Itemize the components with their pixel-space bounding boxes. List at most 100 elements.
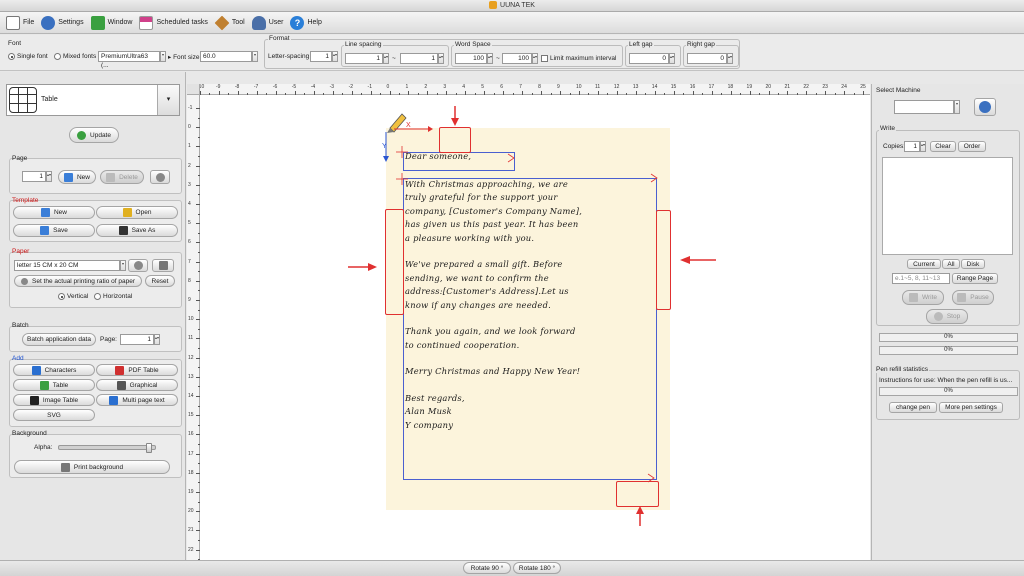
menu-help[interactable]: ? Help <box>290 15 322 30</box>
add-multi-page-text-button[interactable]: Multi page text <box>96 394 178 406</box>
template-open-button[interactable]: Open <box>96 206 178 219</box>
page-settings-button[interactable] <box>150 170 170 184</box>
more-pen-settings-button[interactable]: More pen settings <box>939 402 1003 413</box>
add-characters-button[interactable]: Characters <box>13 364 95 376</box>
alpha-slider-thumb[interactable] <box>146 443 153 453</box>
paper-delete-button[interactable] <box>152 259 174 272</box>
set-print-ratio-button[interactable]: Set the actual printing ratio of paper <box>14 275 142 287</box>
left-gap-input[interactable]: 0 <box>629 53 669 64</box>
copies-input[interactable]: 1 <box>904 141 920 152</box>
range-page-button[interactable]: Range Page <box>952 273 998 284</box>
right-gap-input[interactable]: 0 <box>687 53 727 64</box>
element-type-select[interactable]: Table ▾ <box>6 84 180 116</box>
template-new-button[interactable]: New <box>13 206 95 219</box>
button-label: Pause <box>970 294 989 301</box>
menu-file[interactable]: File <box>6 15 34 30</box>
add-image-table-button[interactable]: Image Table <box>13 394 95 406</box>
machine-dropdown-arrow[interactable]: ▾ <box>954 100 960 114</box>
ruler-tick <box>484 91 486 95</box>
reset-ratio-button[interactable]: Reset <box>145 275 175 287</box>
paper-size-dropdown-arrow[interactable]: ▾ <box>120 260 126 271</box>
font-size-select[interactable]: 60.0 <box>200 51 252 62</box>
copies-stepper[interactable]: ▴▾ <box>920 141 926 152</box>
horizontal-radio[interactable]: Horizontal <box>94 293 132 300</box>
batch-page-input[interactable]: 1 <box>120 334 154 345</box>
add-graphical-button[interactable]: Graphical <box>96 379 178 391</box>
vertical-radio[interactable]: Vertical <box>58 293 88 300</box>
pause-button[interactable]: Pause <box>952 290 994 305</box>
radio-unselected <box>54 53 61 60</box>
ruler-tick <box>196 280 200 282</box>
ruler-tick <box>218 91 220 95</box>
single-font-radio[interactable]: Single font <box>8 53 48 60</box>
alpha-slider-track[interactable] <box>58 443 156 453</box>
add-svg-button[interactable]: SVG <box>13 409 95 421</box>
rotate-180-button[interactable]: Rotate 180 ° <box>513 562 561 574</box>
menu-scheduled-tasks[interactable]: Scheduled tasks <box>139 15 208 30</box>
machine-select[interactable] <box>894 100 954 114</box>
letter-spacing-stepper[interactable]: ▴▾ <box>332 51 338 62</box>
letter-spacing-input[interactable]: 1 <box>310 51 332 62</box>
format-group-title: Format <box>268 35 291 42</box>
font-dropdown-arrow[interactable]: ▾ <box>160 51 166 62</box>
left-gap-stepper[interactable]: ▴▾ <box>669 53 675 64</box>
line-spacing-max-stepper[interactable]: ▴▾ <box>438 53 444 64</box>
font-name-select[interactable]: PremiumUltra63 (... <box>98 51 160 69</box>
page-progress-bar: 0% <box>879 346 1018 355</box>
paper-settings-button[interactable] <box>128 259 148 272</box>
line-spacing-min-stepper[interactable]: ▴▾ <box>383 53 389 64</box>
update-button[interactable]: Update <box>69 127 119 143</box>
delete-page-button[interactable]: Delete <box>100 170 144 184</box>
rotate-90-button[interactable]: Rotate 90 ° <box>463 562 511 574</box>
print-background-button[interactable]: Print background <box>14 460 170 474</box>
menu-window[interactable]: Window <box>90 15 132 30</box>
page-number-input[interactable]: 1 <box>22 171 46 182</box>
add-pdf-table-button[interactable]: PDF Table <box>96 364 178 376</box>
ruler-tick <box>196 396 200 397</box>
word-space-min-input[interactable]: 100 <box>455 53 487 64</box>
annotation-arrows <box>348 106 716 526</box>
page-number-stepper[interactable]: ▴▾ <box>46 171 52 182</box>
ruler-minor-tick <box>198 175 200 177</box>
all-button[interactable]: All <box>942 259 960 269</box>
change-pen-button[interactable]: change pen <box>889 402 937 413</box>
chevron-down-icon[interactable]: ▾ <box>157 85 179 115</box>
page-range-input[interactable]: e.1~5, 8, 11~13 <box>892 273 950 284</box>
word-space-min-stepper[interactable]: ▴▾ <box>487 53 493 64</box>
menu-user[interactable]: User <box>251 15 283 30</box>
user-icon <box>251 15 266 30</box>
template-save-button[interactable]: Save <box>13 224 95 237</box>
order-button[interactable]: Order <box>958 141 986 152</box>
paper-size-select[interactable]: letter 15 CM x 20 CM <box>14 260 120 271</box>
element-type-label: Table <box>41 96 58 103</box>
table-icon <box>39 380 49 390</box>
clear-button[interactable]: Clear <box>930 141 956 152</box>
ruler-minor-tick <box>198 309 200 311</box>
current-button[interactable]: Current <box>907 259 941 269</box>
ruler-minor-tick <box>198 117 200 119</box>
disk-button[interactable]: Disk <box>961 259 985 269</box>
word-space-max-input[interactable]: 100 <box>502 53 532 64</box>
write-queue-list[interactable] <box>882 157 1013 255</box>
line-spacing-min-input[interactable]: 1 <box>345 53 383 64</box>
line-spacing-max-input[interactable]: 1 <box>400 53 438 64</box>
menu-settings[interactable]: Settings <box>41 15 84 30</box>
ruler-tick <box>196 549 200 551</box>
word-space-max-stepper[interactable]: ▴▾ <box>532 53 538 64</box>
font-size-dropdown-arrow[interactable]: ▾ <box>252 51 258 62</box>
gear-icon <box>155 172 165 182</box>
add-table-button[interactable]: Table <box>13 379 95 391</box>
machine-settings-button[interactable] <box>974 98 996 116</box>
batch-application-data-button[interactable]: Batch application data <box>22 333 96 346</box>
menu-tool[interactable]: Tool <box>214 15 245 30</box>
batch-page-stepper[interactable]: ▴▾ <box>154 334 160 345</box>
right-gap-stepper[interactable]: ▴▾ <box>727 53 733 64</box>
ruler-minor-tick <box>550 93 552 95</box>
template-save-as-button[interactable]: Save As <box>96 224 178 237</box>
mixed-fonts-radio[interactable]: Mixed fonts <box>54 53 96 60</box>
stop-button[interactable]: Stop <box>926 309 968 324</box>
camera-icon <box>29 395 39 405</box>
new-page-button[interactable]: New <box>58 170 96 184</box>
limit-interval-checkbox[interactable]: Limit maximum interval <box>541 55 616 62</box>
write-button[interactable]: Write <box>902 290 944 305</box>
